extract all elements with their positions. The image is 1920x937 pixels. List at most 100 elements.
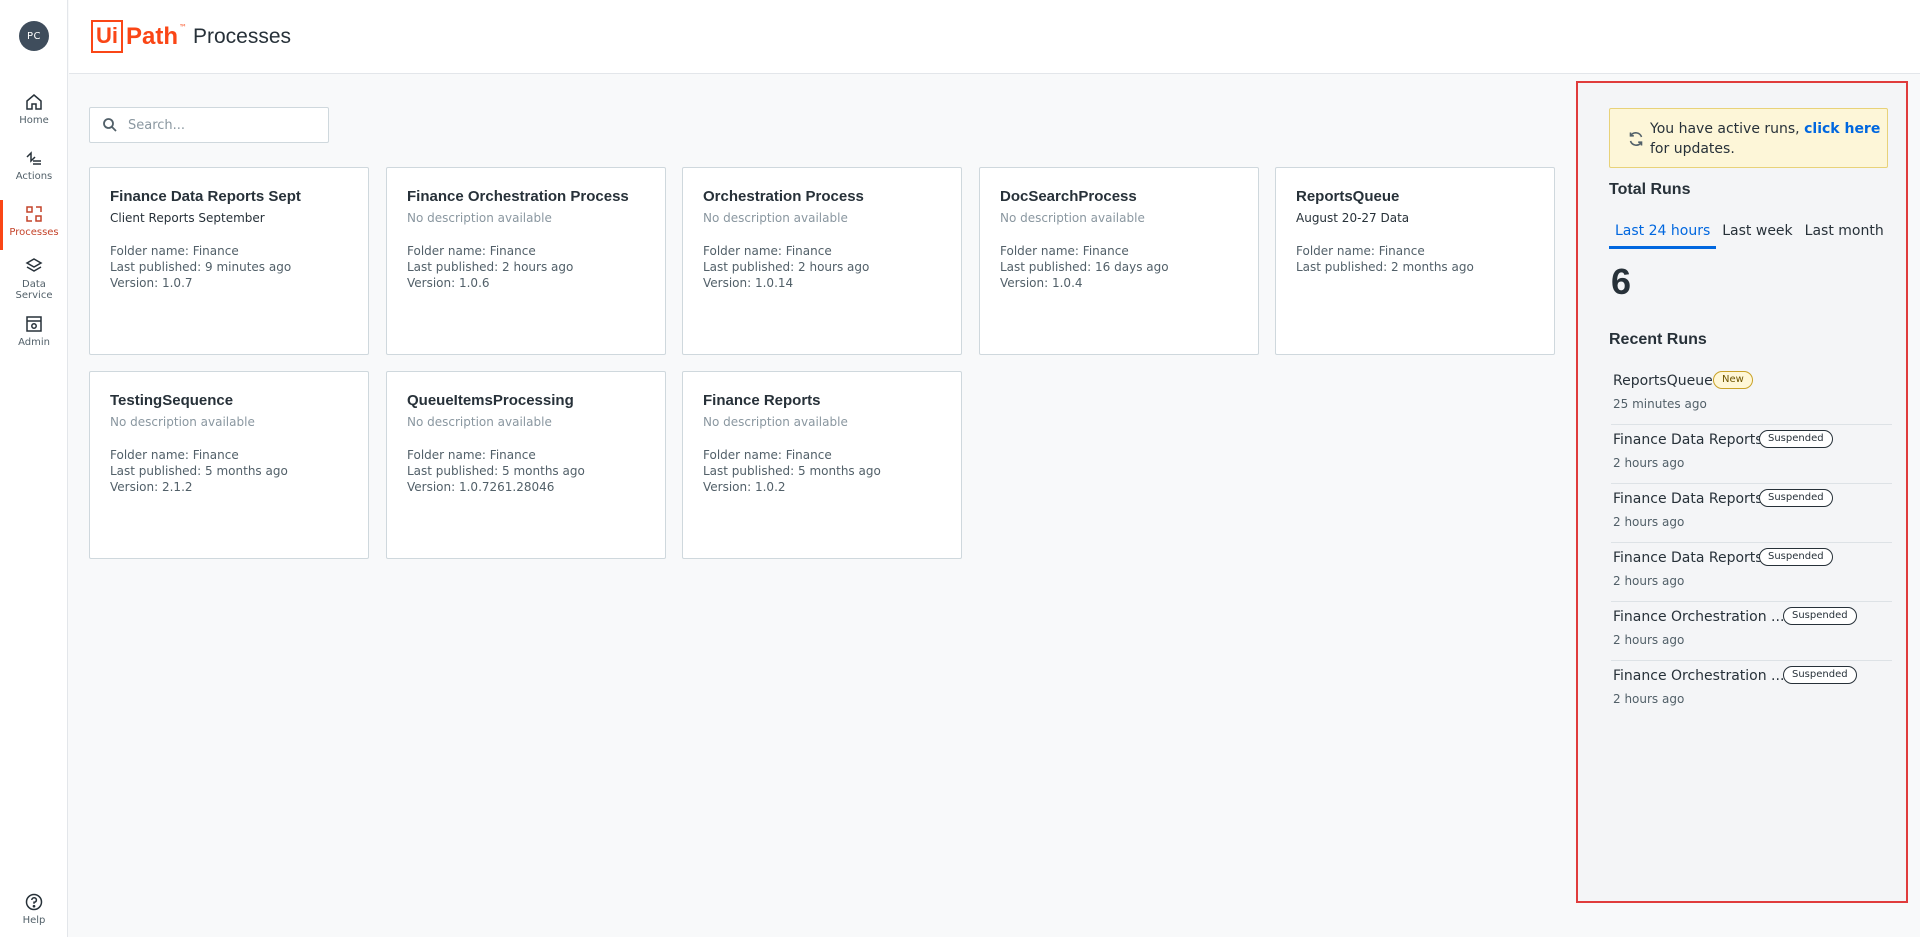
process-published: Last published: 2 months ago bbox=[1296, 260, 1474, 274]
recent-run-item[interactable]: Finance Orchestration ... Suspended 2 ho… bbox=[1611, 602, 1892, 661]
process-card[interactable]: Finance Data Reports Sept Client Reports… bbox=[89, 167, 369, 355]
page-title: Processes bbox=[193, 25, 292, 48]
avatar[interactable]: PC bbox=[19, 21, 49, 51]
process-title: TestingSequence bbox=[110, 392, 234, 409]
run-name: Finance Orchestration ... bbox=[1613, 609, 1785, 625]
nav-help[interactable]: Help bbox=[0, 888, 68, 937]
process-card[interactable]: ReportsQueue August 20-27 Data Folder na… bbox=[1275, 167, 1555, 355]
logo-mark: Ui bbox=[91, 20, 123, 53]
process-description: Client Reports September bbox=[110, 211, 265, 225]
process-card[interactable]: Orchestration Process No description ava… bbox=[682, 167, 962, 355]
process-description: No description available bbox=[407, 415, 552, 429]
process-folder: Folder name: Finance bbox=[110, 244, 239, 258]
actions-icon bbox=[26, 151, 41, 165]
process-title: DocSearchProcess bbox=[1000, 188, 1137, 205]
nav-actions[interactable]: Actions bbox=[0, 144, 68, 196]
status-badge: Suspended bbox=[1783, 666, 1857, 684]
process-published: Last published: 5 months ago bbox=[703, 464, 881, 478]
nav-processes-label: Processes bbox=[9, 227, 59, 238]
process-version: Version: 1.0.7261.28046 bbox=[407, 480, 555, 494]
process-card[interactable]: DocSearchProcess No description availabl… bbox=[979, 167, 1259, 355]
nav-home[interactable]: Home bbox=[0, 88, 68, 140]
process-title: Finance Reports bbox=[703, 392, 821, 409]
process-folder: Folder name: Finance bbox=[110, 448, 239, 462]
click-here-link[interactable]: click here bbox=[1804, 121, 1880, 137]
recent-run-item[interactable]: Finance Data Reports Suspended 2 hours a… bbox=[1611, 484, 1892, 543]
tab-last-week[interactable]: Last week bbox=[1716, 221, 1798, 249]
process-title: Finance Orchestration Process bbox=[407, 188, 629, 205]
total-runs-count: 6 bbox=[1611, 261, 1632, 302]
refresh-icon bbox=[1629, 132, 1643, 146]
process-version: Version: 1.0.7 bbox=[110, 276, 193, 290]
status-badge: Suspended bbox=[1759, 430, 1833, 448]
nav-home-label: Home bbox=[19, 115, 49, 126]
process-version: Version: 1.0.2 bbox=[703, 480, 786, 494]
process-description: No description available bbox=[407, 211, 552, 225]
run-name: Finance Data Reports bbox=[1613, 550, 1763, 566]
process-card[interactable]: Finance Orchestration Process No descrip… bbox=[386, 167, 666, 355]
data-service-icon bbox=[25, 258, 43, 272]
process-description: No description available bbox=[703, 415, 848, 429]
help-icon bbox=[25, 893, 43, 911]
process-published: Last published: 9 minutes ago bbox=[110, 260, 292, 274]
process-description: August 20-27 Data bbox=[1296, 211, 1410, 225]
tab-last-month[interactable]: Last month bbox=[1799, 221, 1890, 249]
status-badge: Suspended bbox=[1783, 607, 1857, 625]
nav-data-service-label: Data Service bbox=[15, 279, 53, 301]
app-header: Ui Path ™ Processes bbox=[69, 0, 1920, 74]
process-published: Last published: 2 hours ago bbox=[407, 260, 574, 274]
nav-admin[interactable]: Admin bbox=[0, 310, 68, 362]
process-published: Last published: 5 months ago bbox=[110, 464, 288, 478]
process-folder: Folder name: Finance bbox=[1296, 244, 1425, 258]
process-meta: Folder name: Finance Last published: 2 m… bbox=[1296, 243, 1534, 275]
tab-last-24-hours[interactable]: Last 24 hours bbox=[1609, 221, 1717, 249]
recent-runs-title: Recent Runs bbox=[1609, 331, 1707, 348]
search-icon bbox=[103, 118, 117, 132]
process-version: Version: 1.0.14 bbox=[703, 276, 794, 290]
process-card[interactable]: TestingSequence No description available… bbox=[89, 371, 369, 559]
search-box bbox=[89, 107, 329, 143]
run-time: 2 hours ago bbox=[1613, 456, 1685, 470]
left-nav-rail: PC Home Actions Processes Data Service A… bbox=[0, 0, 68, 937]
process-meta: Folder name: Finance Last published: 5 m… bbox=[703, 447, 941, 495]
nav-processes[interactable]: Processes bbox=[0, 200, 68, 252]
process-meta: Folder name: Finance Last published: 2 h… bbox=[703, 243, 941, 291]
logo-trademark: ™ bbox=[179, 23, 188, 32]
process-meta: Folder name: Finance Last published: 16 … bbox=[1000, 243, 1238, 291]
process-card[interactable]: Finance Reports No description available… bbox=[682, 371, 962, 559]
nav-admin-label: Admin bbox=[18, 337, 50, 348]
nav-help-label: Help bbox=[22, 915, 46, 926]
process-folder: Folder name: Finance bbox=[703, 244, 832, 258]
recent-run-item[interactable]: Finance Data Reports Suspended 2 hours a… bbox=[1611, 425, 1892, 484]
process-version: Version: 1.0.4 bbox=[1000, 276, 1083, 290]
process-folder: Folder name: Finance bbox=[407, 244, 536, 258]
recent-run-item[interactable]: Finance Data Reports Suspended 2 hours a… bbox=[1611, 543, 1892, 602]
home-icon bbox=[26, 94, 42, 110]
recent-run-item[interactable]: Finance Orchestration ... Suspended 2 ho… bbox=[1611, 661, 1892, 720]
runs-panel: You have active runs, click here for upd… bbox=[1576, 81, 1908, 903]
alert-message: You have active runs, click here for upd… bbox=[1650, 119, 1882, 159]
process-meta: Folder name: Finance Last published: 5 m… bbox=[110, 447, 348, 495]
uipath-logo[interactable]: Ui Path ™ bbox=[91, 20, 187, 53]
process-title: Finance Data Reports Sept bbox=[110, 188, 301, 205]
search-input[interactable] bbox=[128, 117, 318, 133]
process-card[interactable]: QueueItemsProcessing No description avai… bbox=[386, 371, 666, 559]
process-meta: Folder name: Finance Last published: 9 m… bbox=[110, 243, 348, 291]
process-title: ReportsQueue bbox=[1296, 188, 1400, 205]
nav-data-service[interactable]: Data Service bbox=[0, 252, 68, 304]
run-time: 2 hours ago bbox=[1613, 515, 1685, 529]
status-badge: New bbox=[1713, 371, 1753, 389]
logo-wordmark: Path bbox=[126, 23, 179, 50]
run-time: 2 hours ago bbox=[1613, 574, 1685, 588]
process-description: No description available bbox=[1000, 211, 1145, 225]
nav-actions-label: Actions bbox=[15, 171, 53, 182]
process-version: Version: 1.0.6 bbox=[407, 276, 490, 290]
process-meta: Folder name: Finance Last published: 5 m… bbox=[407, 447, 645, 495]
process-published: Last published: 5 months ago bbox=[407, 464, 585, 478]
admin-icon bbox=[26, 316, 42, 332]
recent-run-item[interactable]: ReportsQueue New 25 minutes ago bbox=[1611, 366, 1892, 425]
processes-icon bbox=[26, 206, 42, 222]
active-runs-alert: You have active runs, click here for upd… bbox=[1609, 108, 1888, 168]
status-badge: Suspended bbox=[1759, 489, 1833, 507]
process-published: Last published: 16 days ago bbox=[1000, 260, 1169, 274]
